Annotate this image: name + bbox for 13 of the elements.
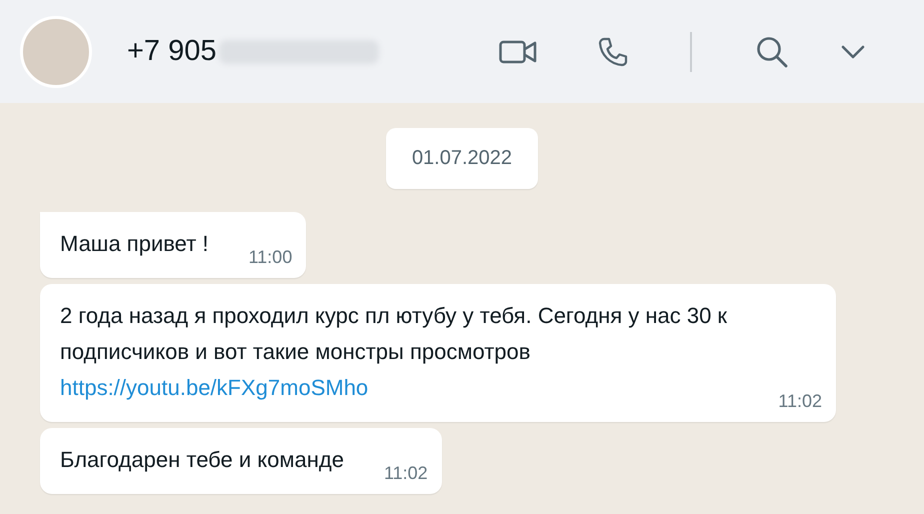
message-time: 11:02: [778, 391, 822, 412]
contact-name[interactable]: +7 905: [127, 35, 217, 68]
phone-icon[interactable]: [598, 36, 628, 66]
message-time: 11:00: [248, 247, 292, 268]
date-chip: 01.07.2022: [386, 128, 538, 189]
video-camera-icon[interactable]: [499, 38, 537, 64]
chevron-down-icon[interactable]: [841, 44, 865, 58]
message-link[interactable]: https://youtu.be/kFXg7moSMho: [60, 375, 368, 400]
message-text: Благодарен тебе и команде: [60, 446, 344, 474]
message-text: 2 года назад я проходил курс пл ютубу у тебя. Сегодня у нас 30 к подписчиков и вот такие монстры просмотров https://youtu.be/kFXg7moSMho: [60, 302, 728, 402]
message-time: 11:02: [384, 463, 428, 484]
message-text: Маша привет !: [60, 230, 208, 258]
search-icon[interactable]: [756, 36, 788, 68]
